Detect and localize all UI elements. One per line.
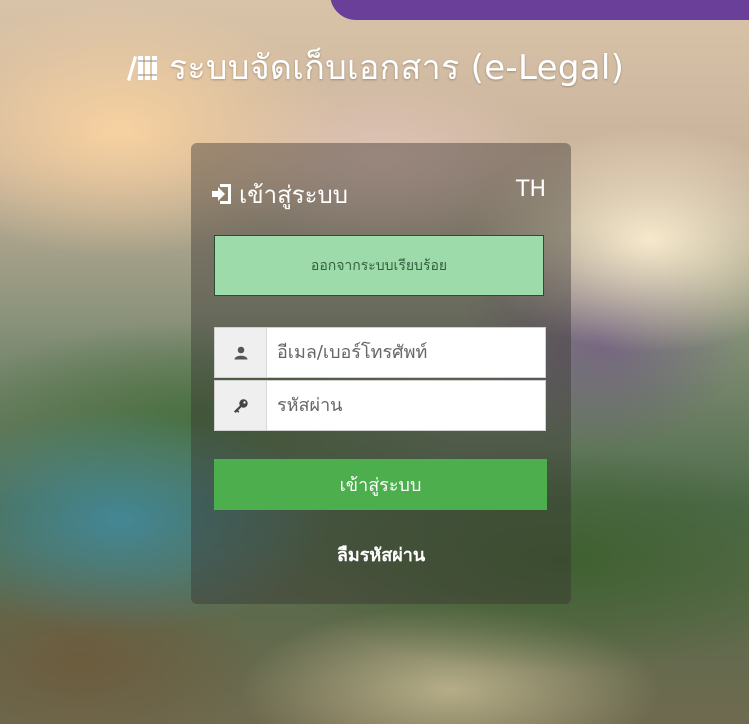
top-purple-tab	[330, 0, 749, 20]
page-title: ระบบจัดเก็บเอกสาร (e-Legal)	[0, 40, 749, 94]
user-icon	[215, 328, 267, 377]
login-card-title: เข้าสู่ระบบ	[211, 175, 348, 214]
login-card: เข้าสู่ระบบ TH ออกจากระบบเรียบร้อย เข้าส…	[191, 143, 571, 604]
page-title-text: ระบบจัดเก็บเอกสาร (e-Legal)	[168, 48, 625, 88]
sign-in-icon	[211, 182, 233, 212]
forgot-password-link[interactable]: ลืมรหัสผ่าน	[191, 540, 571, 569]
login-card-header: เข้าสู่ระบบ TH	[211, 171, 546, 211]
username-field	[214, 327, 546, 378]
username-input[interactable]	[267, 328, 545, 377]
key-icon	[215, 381, 267, 430]
logout-success-alert: ออกจากระบบเรียบร้อย	[214, 235, 544, 296]
books-icon	[125, 50, 159, 90]
password-field	[214, 380, 546, 431]
language-toggle[interactable]: TH	[516, 177, 546, 202]
password-input[interactable]	[267, 381, 545, 430]
login-button[interactable]: เข้าสู่ระบบ	[214, 459, 547, 510]
